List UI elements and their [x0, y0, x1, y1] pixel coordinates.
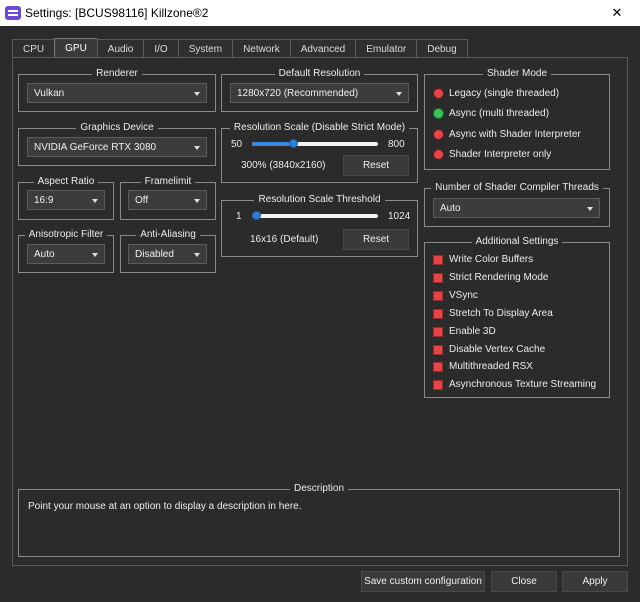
write-color-buffers-label: Write Color Buffers: [449, 254, 534, 265]
tab-io[interactable]: I/O: [143, 39, 178, 58]
additional-settings-title: Additional Settings: [471, 236, 563, 247]
apply-button[interactable]: Apply: [562, 571, 628, 592]
chevron-down-icon: [194, 253, 200, 257]
resolution-threshold-handle[interactable]: [252, 211, 261, 220]
tab-advanced[interactable]: Advanced: [289, 39, 356, 58]
chevron-down-icon: [396, 92, 402, 96]
anisotropic-select[interactable]: Auto: [27, 244, 105, 264]
chevron-down-icon: [92, 253, 98, 257]
shader-async-label: Async (multi threaded): [449, 108, 550, 119]
chevron-down-icon: [194, 92, 200, 96]
default-resolution-select[interactable]: 1280x720 (Recommended): [230, 83, 409, 103]
shader-mode-title: Shader Mode: [482, 68, 552, 79]
graphics-device-title: Graphics Device: [76, 122, 158, 133]
multithreaded-rsx-label: Multithreaded RSX: [449, 361, 533, 372]
tab-bar: CPU GPU Audio I/O System Network Advance…: [12, 38, 468, 58]
shader-legacy-radio[interactable]: [433, 88, 444, 99]
default-resolution-value: 1280x720 (Recommended): [237, 87, 359, 99]
async-texture-streaming-label: Asynchronous Texture Streaming: [449, 379, 597, 390]
aspect-ratio-title: Aspect Ratio: [33, 176, 99, 187]
resolution-threshold-reset-button[interactable]: Reset: [343, 229, 409, 250]
resolution-scale-min: 50: [231, 139, 243, 150]
description-group: Description: [18, 483, 620, 557]
additional-settings-group: Additional Settings: [424, 236, 610, 398]
tab-debug[interactable]: Debug: [416, 39, 468, 58]
resolution-scale-title: Resolution Scale (Disable Strict Mode): [229, 122, 410, 133]
resolution-threshold-value: 16x16 (Default): [250, 234, 319, 245]
tab-gpu[interactable]: GPU: [54, 38, 97, 58]
vsync-label: VSync: [449, 290, 478, 301]
description-text: Point your mouse at an option to display…: [28, 501, 302, 512]
resolution-scale-value: 300% (3840x2160): [241, 160, 326, 171]
compiler-threads-value: Auto: [440, 202, 461, 214]
graphics-device-value: NVIDIA GeForce RTX 3080: [34, 141, 157, 153]
app-icon: [5, 6, 21, 20]
tab-emulator[interactable]: Emulator: [355, 39, 417, 58]
shader-async-interpreter-radio[interactable]: [433, 129, 444, 140]
aspect-ratio-value: 16:9: [34, 194, 54, 206]
framelimit-title: Framelimit: [140, 176, 196, 187]
shader-async-radio[interactable]: [433, 108, 444, 119]
write-color-buffers-checkbox[interactable]: [433, 255, 443, 265]
renderer-value: Vulkan: [34, 87, 65, 99]
anti-aliasing-value: Disabled: [135, 248, 174, 260]
compiler-threads-title: Number of Shader Compiler Threads: [431, 182, 603, 193]
tab-audio[interactable]: Audio: [96, 39, 144, 58]
close-icon[interactable]: ✕: [594, 0, 640, 26]
resolution-threshold-slider[interactable]: [252, 211, 378, 220]
shader-interpreter-only-radio[interactable]: [433, 149, 444, 160]
enable-3d-checkbox[interactable]: [433, 327, 443, 337]
resolution-scale-max: 800: [388, 139, 405, 150]
window-title: Settings: [BCUS98116] Killzone®2: [25, 6, 209, 20]
resolution-threshold-min: 1: [236, 211, 242, 222]
title-bar: Settings: [BCUS98116] Killzone®2 ✕: [0, 0, 640, 26]
chevron-down-icon: [587, 207, 593, 211]
framelimit-select[interactable]: Off: [128, 190, 207, 210]
description-title: Description: [289, 483, 349, 494]
resolution-scale-slider[interactable]: [252, 139, 378, 148]
resolution-scale-fill: [252, 142, 294, 146]
shader-interpreter-only-label: Shader Interpreter only: [449, 149, 552, 160]
shader-async-interpreter-label: Async with Shader Interpreter: [449, 129, 581, 140]
aspect-ratio-select[interactable]: 16:9: [27, 190, 105, 210]
resolution-scale-reset-button[interactable]: Reset: [343, 155, 409, 176]
disable-vertex-cache-label: Disable Vertex Cache: [449, 344, 546, 355]
strict-rendering-checkbox[interactable]: [433, 273, 443, 283]
resolution-threshold-title: Resolution Scale Threshold: [254, 194, 385, 205]
stretch-display-label: Stretch To Display Area: [449, 308, 553, 319]
renderer-select[interactable]: Vulkan: [27, 83, 207, 103]
enable-3d-label: Enable 3D: [449, 326, 496, 337]
renderer-title: Renderer: [92, 68, 142, 79]
compiler-threads-select[interactable]: Auto: [433, 198, 600, 218]
resolution-threshold-max: 1024: [388, 211, 411, 222]
stretch-display-checkbox[interactable]: [433, 309, 443, 319]
disable-vertex-cache-checkbox[interactable]: [433, 345, 443, 355]
anisotropic-title: Anisotropic Filter: [24, 229, 108, 240]
anti-aliasing-select[interactable]: Disabled: [128, 244, 207, 264]
framelimit-value: Off: [135, 194, 149, 206]
tab-cpu[interactable]: CPU: [12, 39, 55, 58]
chevron-down-icon: [194, 199, 200, 203]
shader-legacy-label: Legacy (single threaded): [449, 88, 560, 99]
multithreaded-rsx-checkbox[interactable]: [433, 362, 443, 372]
async-texture-streaming-checkbox[interactable]: [433, 380, 443, 390]
chevron-down-icon: [194, 146, 200, 150]
default-resolution-title: Default Resolution: [274, 68, 365, 79]
tab-network[interactable]: Network: [232, 39, 290, 58]
strict-rendering-label: Strict Rendering Mode: [449, 272, 549, 283]
save-custom-config-button[interactable]: Save custom configuration: [361, 571, 485, 592]
chevron-down-icon: [92, 199, 98, 203]
graphics-device-select[interactable]: NVIDIA GeForce RTX 3080: [27, 137, 207, 157]
anisotropic-value: Auto: [34, 248, 55, 260]
vsync-checkbox[interactable]: [433, 291, 443, 301]
close-button[interactable]: Close: [491, 571, 557, 592]
anti-aliasing-title: Anti-Aliasing: [136, 229, 200, 240]
tab-system[interactable]: System: [177, 39, 233, 58]
